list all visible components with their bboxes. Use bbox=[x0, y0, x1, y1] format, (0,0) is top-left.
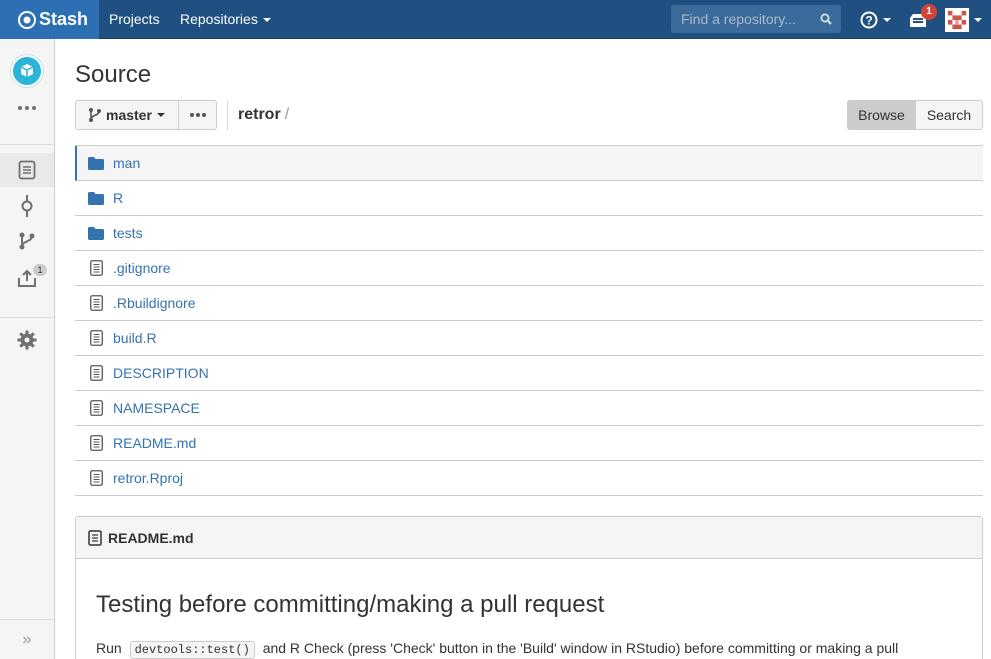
svg-text:?: ? bbox=[865, 14, 872, 28]
chevron-down-icon bbox=[156, 113, 165, 117]
sidebar-divider bbox=[0, 144, 54, 145]
file-icon bbox=[88, 260, 104, 276]
file-row[interactable]: .gitignore bbox=[75, 251, 983, 286]
logo-text: Stash bbox=[39, 9, 89, 29]
file-row[interactable]: R bbox=[75, 181, 983, 216]
search-button[interactable]: Search bbox=[916, 100, 983, 130]
sidebar-item-commits[interactable] bbox=[0, 189, 54, 223]
view-toggle: Browse Search bbox=[847, 100, 983, 130]
chevron-down-icon bbox=[262, 18, 271, 23]
top-header: Stash Projects Repositories ? 1 bbox=[0, 0, 991, 39]
file-link[interactable]: .gitignore bbox=[113, 260, 171, 276]
pull-request-count-badge: 1 bbox=[33, 264, 47, 276]
repository-search bbox=[671, 5, 841, 33]
file-icon bbox=[88, 295, 104, 311]
commit-icon bbox=[21, 195, 33, 217]
readme-panel: README.md Testing before committing/maki… bbox=[75, 516, 983, 659]
readme-text: Run bbox=[96, 640, 122, 656]
user-avatar bbox=[945, 8, 969, 32]
more-icon bbox=[189, 113, 206, 117]
readme-header: README.md bbox=[76, 517, 982, 559]
sidebar-expand-button[interactable]: » bbox=[0, 619, 54, 659]
nav-repositories[interactable]: Repositories bbox=[180, 0, 271, 39]
repository-search-input[interactable] bbox=[671, 5, 811, 33]
readme-code: devtools::test() bbox=[129, 641, 255, 659]
file-icon bbox=[88, 365, 104, 381]
file-row[interactable]: DESCRIPTION bbox=[75, 356, 983, 391]
nav-repositories-label: Repositories bbox=[180, 11, 258, 27]
project-avatar[interactable] bbox=[11, 55, 43, 87]
readme-filename[interactable]: README.md bbox=[108, 530, 194, 546]
document-icon bbox=[88, 529, 102, 546]
readme-paragraph: Run devtools::test() and R Check (press … bbox=[96, 640, 899, 659]
file-link[interactable]: tests bbox=[113, 225, 143, 241]
file-link[interactable]: DESCRIPTION bbox=[113, 365, 209, 381]
double-chevron-right-icon: » bbox=[22, 630, 32, 648]
branch-actions-button[interactable] bbox=[178, 100, 217, 130]
file-icon bbox=[88, 400, 104, 416]
cube-icon bbox=[20, 64, 34, 77]
file-icon bbox=[88, 470, 104, 486]
stash-logo-icon bbox=[18, 10, 36, 29]
notification-badge: 1 bbox=[921, 4, 937, 20]
file-link[interactable]: README.md bbox=[113, 435, 196, 451]
file-list: man Rtests .gitignore .Rbuildignore build.R D… bbox=[75, 145, 983, 496]
breadcrumb-divider bbox=[227, 100, 228, 130]
nav-projects[interactable]: Projects bbox=[109, 0, 160, 39]
file-icon bbox=[88, 435, 104, 451]
file-row[interactable]: retror.Rproj bbox=[75, 461, 983, 496]
breadcrumb-separator: / bbox=[284, 106, 290, 123]
readme-text: and R Check (press 'Check' button in the… bbox=[262, 640, 899, 656]
branch-name: master bbox=[106, 107, 152, 123]
help-menu-button[interactable]: ? bbox=[860, 9, 891, 31]
chevron-down-icon bbox=[974, 18, 982, 22]
readme-heading: Testing before committing/making a pull … bbox=[96, 591, 605, 618]
folder-icon bbox=[88, 225, 104, 241]
folder-icon bbox=[88, 190, 104, 206]
sidebar-item-branches[interactable] bbox=[0, 224, 54, 258]
file-link[interactable]: NAMESPACE bbox=[113, 400, 200, 416]
file-row[interactable]: build.R bbox=[75, 321, 983, 356]
file-link[interactable]: retror.Rproj bbox=[113, 470, 183, 486]
file-icon bbox=[88, 330, 104, 346]
file-row[interactable]: man bbox=[75, 146, 983, 181]
branch-selector[interactable]: master bbox=[75, 100, 179, 130]
file-link[interactable]: R bbox=[113, 190, 123, 206]
sidebar-item-source[interactable] bbox=[0, 153, 54, 187]
browse-button[interactable]: Browse bbox=[847, 100, 916, 130]
breadcrumb: retror / bbox=[238, 106, 289, 124]
branch-icon bbox=[19, 232, 35, 250]
branch-icon bbox=[89, 108, 101, 122]
file-row[interactable]: README.md bbox=[75, 426, 983, 461]
document-icon bbox=[18, 160, 36, 180]
folder-icon bbox=[88, 155, 104, 171]
sidebar-divider bbox=[0, 317, 54, 318]
file-link[interactable]: build.R bbox=[113, 330, 157, 346]
chevron-down-icon bbox=[883, 18, 891, 22]
file-row[interactable]: .Rbuildignore bbox=[75, 286, 983, 321]
file-link[interactable]: man bbox=[113, 155, 140, 171]
file-link[interactable]: .Rbuildignore bbox=[113, 295, 196, 311]
user-menu-button[interactable] bbox=[945, 7, 982, 33]
search-icon[interactable] bbox=[820, 13, 832, 25]
sidebar-item-settings[interactable] bbox=[0, 323, 54, 357]
more-actions-icon[interactable] bbox=[17, 103, 37, 113]
sidebar: 1 » bbox=[0, 39, 55, 659]
page-title: Source bbox=[75, 61, 152, 88]
stash-logo[interactable]: Stash bbox=[0, 0, 99, 39]
file-row[interactable]: tests bbox=[75, 216, 983, 251]
help-icon: ? bbox=[860, 11, 878, 29]
breadcrumb-repo[interactable]: retror bbox=[238, 106, 281, 123]
gear-icon bbox=[17, 330, 37, 350]
file-row[interactable]: NAMESPACE bbox=[75, 391, 983, 426]
